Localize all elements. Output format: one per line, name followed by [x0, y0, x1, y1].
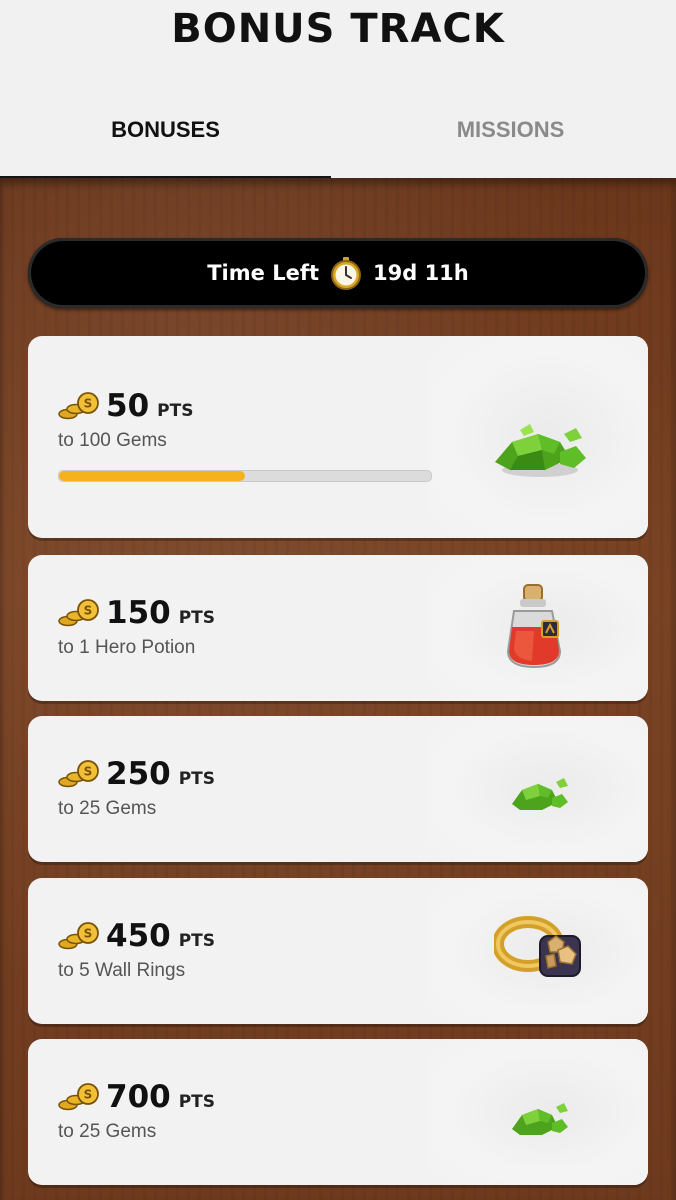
- reward-label: to 25 Gems: [58, 798, 157, 819]
- points-unit: PTS: [157, 401, 194, 421]
- time-left-label: Time Left: [207, 261, 319, 285]
- bonus-card[interactable]: S 150 PTS to 1 Hero Potion: [28, 555, 648, 701]
- gems-icon: [512, 778, 568, 810]
- points-row: S 50 PTS: [58, 388, 193, 424]
- wall-ring-icon: [494, 916, 581, 977]
- coin-stack-icon: S: [58, 1083, 99, 1111]
- reward-label: to 1 Hero Potion: [58, 637, 196, 658]
- coin-stack-icon: S: [58, 392, 99, 420]
- points-unit: PTS: [178, 769, 216, 789]
- coin-stack-icon: S: [58, 922, 99, 950]
- stopwatch-icon: [331, 257, 361, 290]
- coin-stack-icon: S: [58, 599, 99, 627]
- svg-text:S: S: [84, 927, 93, 941]
- time-left-banner: Time Left 19d 11h: [28, 238, 648, 308]
- points-unit: PTS: [178, 1092, 216, 1112]
- tab-bar: BONUSES MISSIONS: [0, 108, 676, 179]
- progress-bar: [58, 470, 432, 482]
- svg-text:S: S: [84, 604, 93, 618]
- points-value: 50: [106, 388, 150, 424]
- bonus-card[interactable]: S 250 PTS to 25 Gems: [28, 716, 648, 862]
- points-value: 250: [106, 756, 171, 792]
- svg-text:S: S: [84, 765, 93, 779]
- tab-bonuses[interactable]: BONUSES: [0, 108, 331, 179]
- points-unit: PTS: [178, 931, 216, 951]
- progress-fill: [59, 471, 245, 481]
- bonus-card[interactable]: S 700 PTS to 25 Gems: [28, 1039, 648, 1185]
- svg-text:S: S: [84, 397, 93, 411]
- points-row: S 250 PTS: [58, 756, 215, 792]
- tab-missions[interactable]: MISSIONS: [345, 108, 676, 176]
- points-row: S 700 PTS: [58, 1079, 215, 1115]
- bonus-card[interactable]: S 450 PTS to 5 Wall Rings: [28, 878, 648, 1024]
- header: BONUS TRACK BONUSES MISSIONS: [0, 0, 676, 179]
- reward-label: to 100 Gems: [58, 430, 167, 451]
- points-value: 150: [106, 595, 171, 631]
- page-title: BONUS TRACK: [171, 6, 505, 52]
- points-unit: PTS: [178, 608, 216, 628]
- reward-label: to 25 Gems: [58, 1121, 157, 1142]
- bonus-card[interactable]: S 50 PTS to 100 Gems: [28, 336, 648, 538]
- svg-text:S: S: [84, 1088, 93, 1102]
- coin-stack-icon: S: [58, 760, 99, 788]
- gems-icon: [512, 1103, 568, 1135]
- points-row: S 450 PTS: [58, 918, 215, 954]
- hero-potion-icon: [506, 584, 562, 669]
- time-left-value: 19d 11h: [373, 261, 469, 285]
- points-value: 700: [106, 1079, 171, 1115]
- gems-icon: [495, 424, 586, 477]
- reward-label: to 5 Wall Rings: [58, 960, 186, 981]
- points-value: 450: [106, 918, 171, 954]
- points-row: S 150 PTS: [58, 595, 215, 631]
